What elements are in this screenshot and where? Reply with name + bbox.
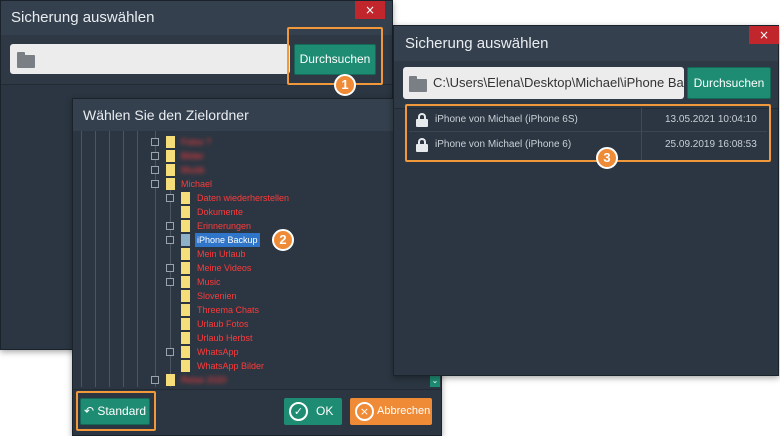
tree-item-label: Threema Chats [197, 305, 260, 315]
tree-item[interactable]: Daten wiederherstellen [166, 191, 366, 205]
expand-toggle[interactable] [151, 166, 159, 174]
folder-icon [181, 332, 190, 344]
backup-path-field[interactable]: C:\Users\Elena\Desktop\Michael\iPhone Ba… [403, 67, 684, 99]
undo-icon: ↶ [83, 404, 94, 418]
folder-icon [181, 206, 190, 218]
cancel-x-icon: × [355, 402, 374, 421]
tree-item[interactable]: Reise 2020 [151, 373, 351, 387]
tree-item[interactable]: Dokumente [166, 205, 366, 219]
folder-icon [409, 76, 427, 92]
tree-item[interactable]: Musik [151, 163, 351, 177]
folder-icon [181, 234, 190, 246]
tree-item[interactable]: Music [166, 275, 366, 289]
tree-item[interactable]: Bilder [151, 149, 351, 163]
folder-icon [181, 318, 190, 330]
step-badge-2: 2 [272, 229, 294, 251]
scroll-down-arrow[interactable]: ⌄ [430, 375, 440, 387]
standard-button[interactable]: ↶ Standard [80, 398, 150, 425]
step-badge-1: 1 [334, 74, 356, 96]
check-icon: ✓ [289, 402, 308, 421]
dialog-title: Wählen Sie den Zielordner [83, 107, 249, 123]
tree-guide-line [137, 131, 138, 387]
folder-icon [181, 276, 190, 288]
window-title: Sicherung auswählen [394, 26, 778, 61]
folder-icon [166, 178, 175, 190]
tree-item[interactable]: Erinnerungen [166, 219, 366, 233]
folder-icon [181, 304, 190, 316]
step-badge-3: 3 [596, 147, 618, 169]
standard-button-label: Standard [97, 404, 147, 418]
folder-icon [181, 360, 190, 372]
expand-toggle[interactable] [166, 194, 174, 202]
browse-button[interactable]: Durchsuchen [687, 67, 771, 99]
tree-guide-line [81, 131, 82, 387]
tree-item[interactable]: Urlaub Herbst [166, 331, 366, 345]
folder-icon [17, 52, 35, 68]
folder-icon [181, 346, 190, 358]
tree-item-label: Daten wiederherstellen [197, 193, 290, 203]
tree-item-label: WhatsApp [197, 347, 239, 357]
folder-icon [181, 262, 190, 274]
tree-item-label: Bilder [181, 151, 205, 161]
tree-item-label: Musik [181, 165, 205, 175]
tree-item-label: Reise 2020 [181, 375, 227, 385]
tree-item-label: Music [197, 277, 221, 287]
tree-item[interactable]: Urlaub Fotos [166, 317, 366, 331]
tree-item[interactable]: Meine Videos [166, 261, 366, 275]
close-button[interactable]: × [355, 1, 385, 19]
folder-icon [166, 374, 175, 386]
ok-button-label: OK [316, 404, 334, 418]
tree-item-label: Michael [181, 179, 213, 189]
tree-guide-line [95, 131, 96, 387]
backup-path-field[interactable] [10, 44, 290, 74]
expand-toggle[interactable] [166, 278, 174, 286]
close-button[interactable]: × [749, 26, 779, 44]
tree-item-label: Erinnerungen [197, 221, 252, 231]
tree-item-michael[interactable]: Michael [151, 177, 351, 191]
cancel-button[interactable]: × Abbrechen [350, 398, 432, 425]
expand-toggle[interactable] [151, 138, 159, 146]
folder-tree[interactable]: Fotos ? Bilder Musik Michael Daten wiede… [73, 131, 430, 387]
highlight-frame-3 [405, 104, 771, 162]
ok-button[interactable]: ✓ OK [284, 398, 342, 425]
backup-path-value: C:\Users\Elena\Desktop\Michael\iPhone Ba… [433, 75, 684, 90]
tree-guide-line [123, 131, 124, 387]
folder-icon [181, 290, 190, 302]
tree-item[interactable]: Threema Chats [166, 303, 366, 317]
tree-item[interactable]: Mein Urlaub [166, 247, 366, 261]
expand-toggle[interactable] [151, 180, 159, 188]
folder-icon [181, 248, 190, 260]
browse-button[interactable]: Durchsuchen [294, 44, 376, 75]
folder-icon [166, 164, 175, 176]
expand-toggle[interactable] [166, 264, 174, 272]
tree-item-label: Slovenien [197, 291, 237, 301]
expand-toggle[interactable] [151, 376, 159, 384]
expand-toggle[interactable] [151, 152, 159, 160]
tree-item-iphone-backup[interactable]: iPhone Backup [166, 233, 366, 247]
folder-icon [181, 220, 190, 232]
expand-toggle[interactable] [166, 348, 174, 356]
cancel-button-label: Abbrechen [377, 405, 431, 417]
tree-item-label-selected: iPhone Backup [195, 233, 260, 247]
tree-item-label: Urlaub Herbst [197, 333, 253, 343]
expand-toggle[interactable] [166, 236, 174, 244]
tree-item[interactable]: Fotos ? [151, 135, 351, 149]
tree-item-label: Urlaub Fotos [197, 319, 249, 329]
tree-item-label: Dokumente [197, 207, 244, 217]
folder-icon [166, 136, 175, 148]
dialog-titlebar: Wählen Sie den Zielordner [73, 99, 441, 132]
tree-guide-line [109, 131, 110, 387]
expand-toggle[interactable] [166, 222, 174, 230]
tree-item-label: Mein Urlaub [197, 249, 246, 259]
tree-item[interactable]: WhatsApp [166, 345, 366, 359]
folder-icon [166, 150, 175, 162]
tree-item-label: Meine Videos [197, 263, 252, 273]
tree-item-label: Fotos ? [181, 137, 212, 147]
tree-item[interactable]: Slovenien [166, 289, 366, 303]
folder-icon [181, 192, 190, 204]
tree-item[interactable]: WhatsApp Bilder [166, 359, 366, 373]
tree-item-label: WhatsApp Bilder [197, 361, 265, 371]
